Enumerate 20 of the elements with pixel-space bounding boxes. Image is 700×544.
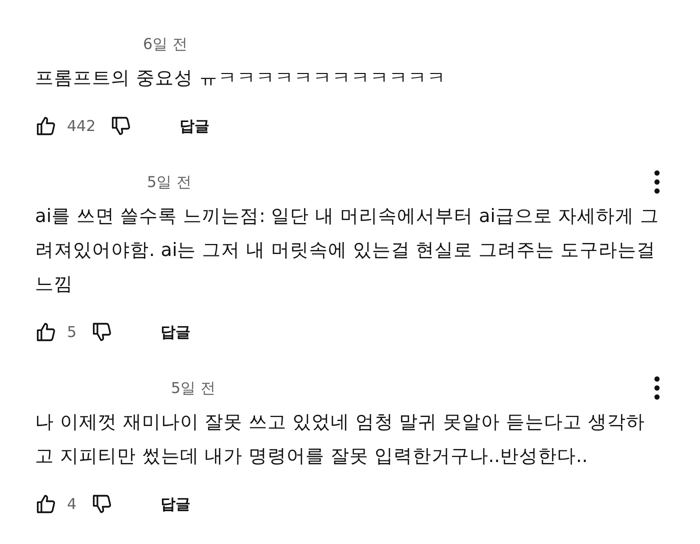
- comment-text: 나 이제껏 재미나이 잘못 쓰고 있었네 엄청 말귀 못알아 듣는다고 생각하고 지피티만 썼는데 내가 명령어를 잘못 입력한거구나..반성한다..: [35, 411, 646, 469]
- like-count: 5: [67, 323, 77, 341]
- thumbs-down-icon[interactable]: [90, 321, 113, 343]
- reply-button[interactable]: 답글: [150, 488, 201, 520]
- thumbs-down-icon[interactable]: [110, 115, 132, 137]
- reply-button[interactable]: 답글: [150, 316, 201, 348]
- comment-text: ai를 쓰면 쓸수록 느끼는점: 일단 내 머리속에서부터 ai급으로 자세하게 그려져있어야함. ai는 그저 내 머릿속에 있는걸 현실로 그려주는 도구라는걸 느낌: [35, 205, 660, 297]
- comment-text: 프롬프트의 중요성 ㅠㅋㅋㅋㅋㅋㅋㅋㅋㅋㅋㅋㅋ: [35, 67, 447, 91]
- thumbs-up-icon[interactable]: [35, 493, 57, 515]
- more-options-icon[interactable]: [654, 170, 660, 194]
- comment-timestamp: 5일 전: [147, 172, 192, 192]
- comment-timestamp: 5일 전: [171, 378, 216, 398]
- like-count: 4: [67, 495, 77, 513]
- thumbs-up-icon[interactable]: [35, 321, 57, 343]
- like-count: 442: [67, 117, 96, 135]
- more-options-icon[interactable]: [654, 376, 660, 400]
- thumbs-down-icon[interactable]: [90, 493, 113, 515]
- comment-timestamp: 6일 전: [143, 34, 188, 54]
- reply-button[interactable]: 답글: [170, 110, 220, 142]
- thumbs-up-icon[interactable]: [35, 115, 57, 137]
